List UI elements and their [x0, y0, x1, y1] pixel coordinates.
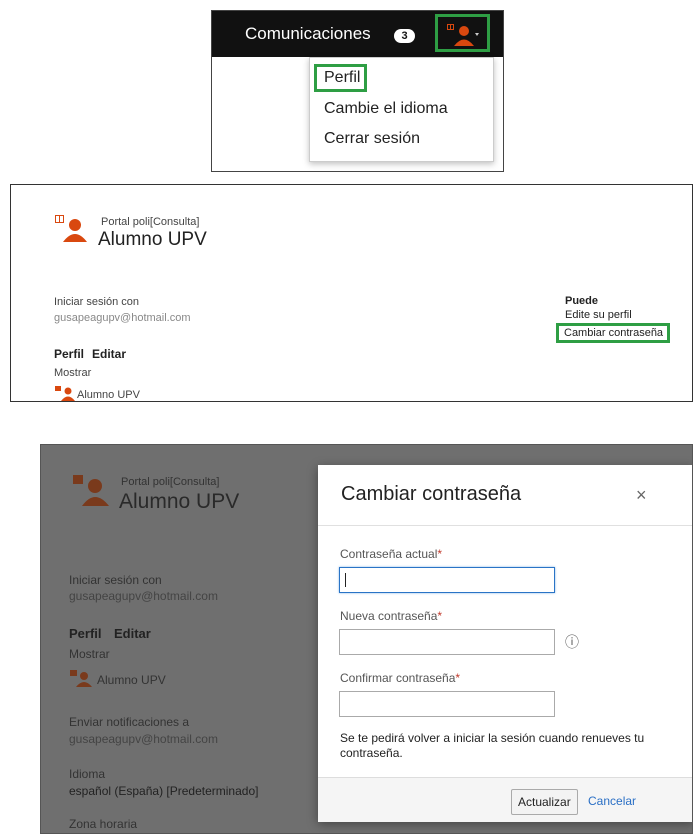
user-menu-button[interactable] — [435, 14, 490, 52]
change-password-panel: Portal poli[Consulta] Alumno UPV Iniciar… — [40, 444, 693, 834]
notif-label-dimmed: Enviar notificaciones a — [69, 715, 190, 729]
confirm-password-label: Confirmar contraseña* — [340, 671, 461, 685]
language-label-dimmed: Idioma — [69, 767, 106, 781]
notif-email-dimmed: gusapeagupv@hotmail.com — [69, 732, 218, 746]
edit-link-dimmed: Editar — [114, 626, 151, 641]
update-button[interactable]: Actualizar — [511, 789, 578, 815]
relogin-note: Se te pedirá volver a iniciar la sesión … — [340, 731, 645, 760]
can-heading: Puede — [565, 295, 599, 307]
profile-heading-dimmed: Perfil — [69, 626, 102, 641]
show-name: Alumno UPV — [77, 389, 140, 401]
portal-label-dimmed: Portal poli[Consulta] — [121, 476, 220, 488]
login-email-dimmed: gusapeagupv@hotmail.com — [69, 589, 218, 603]
edit-profile-link[interactable]: Edite su perfil — [565, 309, 632, 321]
user-name: Alumno UPV — [98, 229, 207, 250]
show-label-dimmed: Mostrar — [69, 647, 110, 661]
language-value-dimmed: español (España) [Predeterminado] — [69, 784, 259, 798]
show-name-dimmed: Alumno UPV — [97, 673, 166, 687]
info-icon[interactable]: ⓘ — [565, 632, 579, 652]
close-icon[interactable]: × — [636, 485, 647, 506]
dialog-footer: Actualizar Cancelar — [318, 777, 692, 822]
change-password-dialog: Cambiar contraseña × Contraseña actual* … — [318, 465, 692, 822]
login-label: Iniciar sesión con — [54, 296, 139, 308]
login-email: gusapeagupv@hotmail.com — [54, 312, 191, 324]
text-cursor — [345, 573, 346, 587]
login-label-dimmed: Iniciar sesión con — [69, 573, 162, 587]
menu-item-change-language[interactable]: Cambie el idioma — [324, 100, 448, 118]
edit-link[interactable]: Editar — [92, 347, 126, 361]
timezone-label-dimmed: Zona horaria — [69, 817, 138, 831]
user-icon — [447, 24, 479, 46]
user-name-dimmed: Alumno UPV — [119, 490, 240, 513]
current-password-label: Contraseña actual* — [340, 547, 443, 561]
new-password-input[interactable] — [339, 629, 555, 655]
user-dropdown-menu: Perfil Cambie el idioma Cerrar sesión — [309, 57, 494, 162]
avatar-icon — [55, 215, 87, 242]
new-password-label: Nueva contraseña* — [340, 609, 443, 623]
notification-badge: 3 — [394, 29, 415, 43]
show-label: Mostrar — [54, 367, 92, 379]
cancel-link[interactable]: Cancelar — [588, 794, 636, 808]
small-avatar-icon-dimmed — [70, 670, 92, 687]
current-password-input[interactable] — [339, 567, 555, 593]
profile-heading: Perfil — [54, 347, 85, 361]
user-menu-panel: Comunicaciones 3 Perfil Cambie el idioma… — [211, 10, 504, 172]
menu-item-logout[interactable]: Cerrar sesión — [324, 130, 420, 148]
confirm-password-input[interactable] — [339, 691, 555, 717]
menu-item-profile[interactable]: Perfil — [324, 69, 360, 87]
small-avatar-icon — [55, 386, 75, 401]
profile-panel: Portal poli[Consulta] Alumno UPV Iniciar… — [10, 184, 693, 402]
dialog-header: Cambiar contraseña × — [318, 465, 692, 526]
portal-label: Portal poli[Consulta] — [101, 216, 200, 228]
avatar-icon-dimmed — [73, 475, 109, 506]
dialog-title: Cambiar contraseña — [341, 483, 522, 505]
communications-link[interactable]: Comunicaciones — [245, 24, 371, 44]
change-password-link[interactable]: Cambiar contraseña — [564, 327, 663, 339]
